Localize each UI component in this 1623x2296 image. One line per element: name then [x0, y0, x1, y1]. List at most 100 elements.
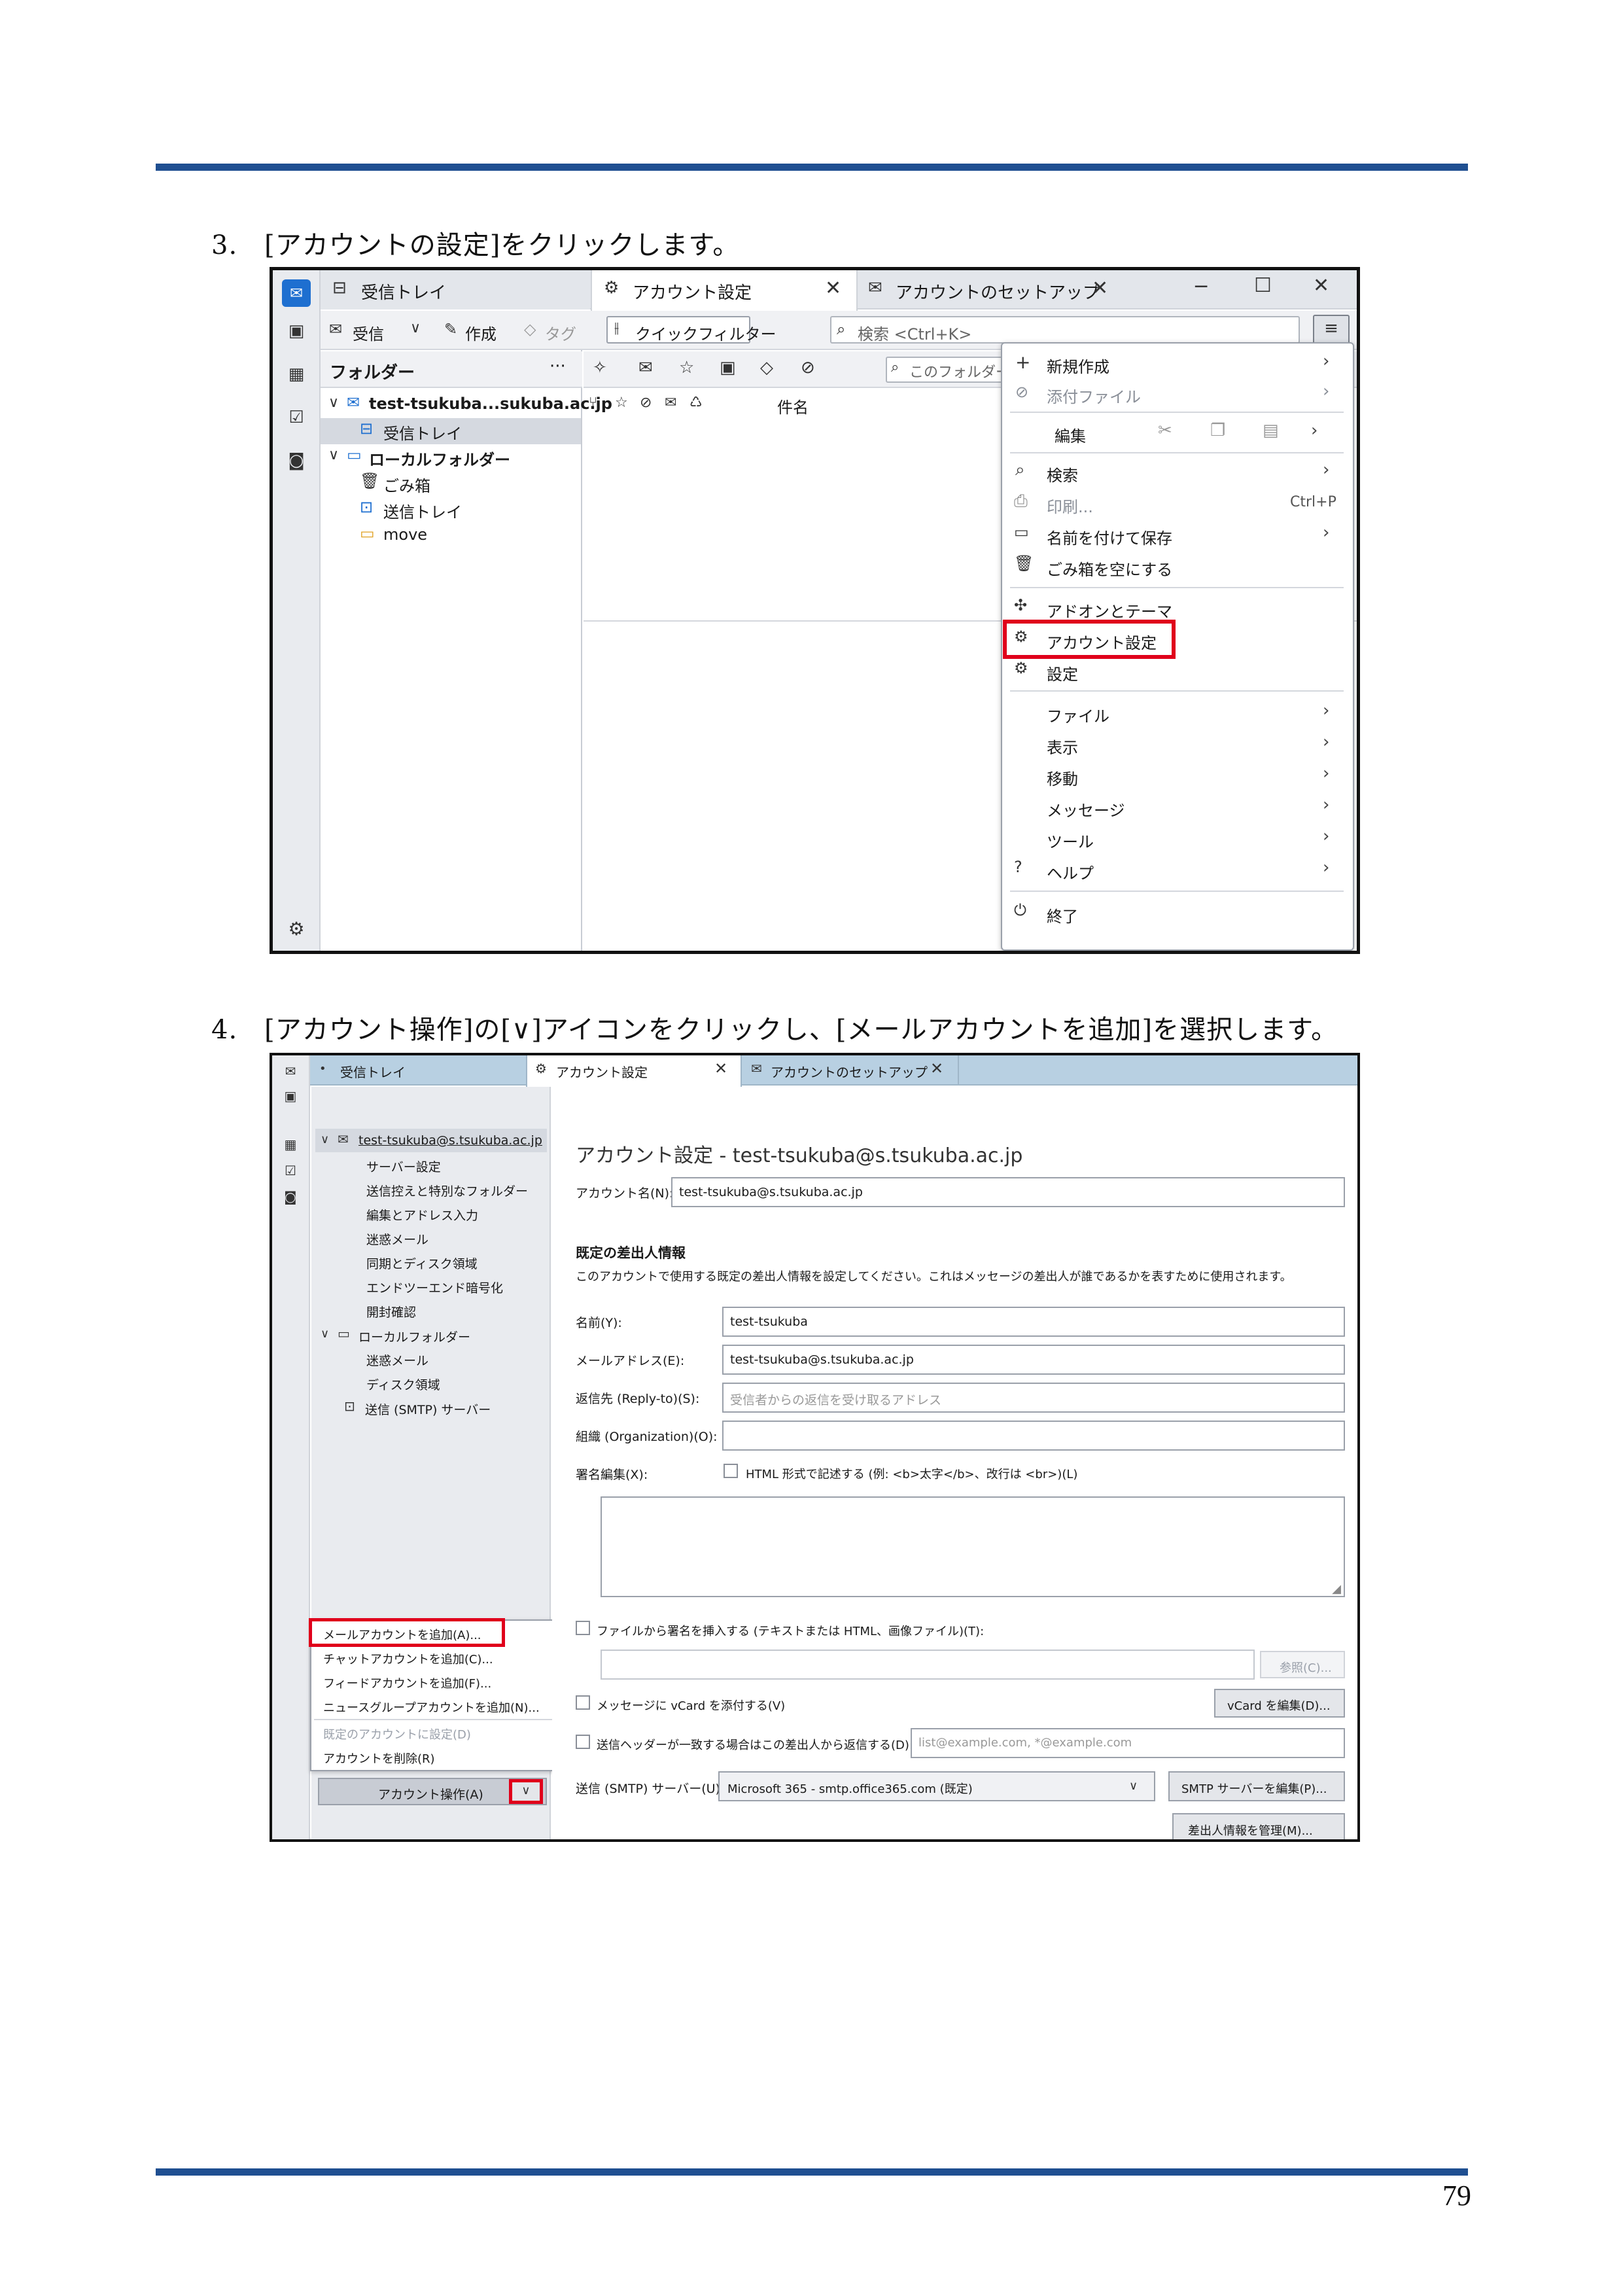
star-icon[interactable]: ☆ [615, 395, 628, 411]
folder-row[interactable]: ⊡ 送信トレイ [321, 497, 581, 523]
close-icon[interactable]: ✕ [825, 277, 841, 300]
organization-input[interactable] [722, 1421, 1345, 1451]
menu-quit[interactable]: ⏻ 終了 [1002, 898, 1353, 927]
resize-grip-icon[interactable]: ◢ [1332, 1582, 1341, 1596]
copy-icon[interactable]: ❐ [1210, 421, 1225, 440]
tree-item[interactable]: 編集とアドレス入力 [366, 1206, 478, 1224]
chat-space-icon[interactable]: ◙ [282, 451, 311, 470]
folder-row[interactable]: ∨ ▭ ローカルフォルダー [321, 444, 581, 470]
tree-item[interactable]: 迷惑メール [366, 1230, 428, 1248]
attachment-icon[interactable]: ⊘ [640, 395, 652, 411]
menu-attachments[interactable]: ⊘ 添付ファイル › [1002, 379, 1353, 408]
tree-row-smtp[interactable]: ⊡ 送信 (SMTP) サーバー [315, 1396, 547, 1419]
pin-icon[interactable]: ✧ [593, 358, 607, 378]
chevron-down-icon[interactable]: ∨ [328, 395, 339, 411]
paste-icon[interactable]: ▤ [1263, 421, 1279, 440]
more-icon[interactable]: ··· [550, 357, 566, 376]
chevron-down-icon[interactable]: ∨ [321, 1133, 329, 1146]
calendar-space-icon[interactable]: ▦ [277, 1137, 304, 1152]
manage-identities-button[interactable]: 差出人情報を管理(M)... [1172, 1813, 1345, 1839]
browse-button[interactable]: 参照(C)... [1260, 1651, 1345, 1678]
menu-new[interactable]: + 新規作成 › [1002, 349, 1353, 378]
folder-row[interactable]: ∨ ✉ test-tsukuba...sukuba.ac.jp [321, 392, 612, 418]
menu-print[interactable]: ⎙ 印刷... Ctrl+P [1002, 489, 1353, 518]
menu-add-newsgroup-account[interactable]: ニュースグループアカウントを追加(N)... [323, 1699, 540, 1716]
menu-go[interactable]: 移動 › [1002, 761, 1353, 790]
tab-inbox[interactable]: ⊟ 受信トレイ [321, 270, 590, 309]
subject-column-header[interactable]: 件名 [777, 395, 809, 417]
menu-edit[interactable]: 編集 ✂ ❐ ▤ › [1002, 415, 1353, 450]
menu-settings[interactable]: ⚙ 設定 [1002, 656, 1353, 685]
chevron-down-icon[interactable]: ∨ [328, 447, 339, 463]
vcard-checkbox[interactable] [576, 1695, 590, 1710]
tree-item[interactable]: エンドツーエンド暗号化 [366, 1279, 503, 1296]
maximize-icon[interactable]: ☐ [1254, 274, 1272, 297]
chat-space-icon[interactable]: ◙ [277, 1189, 304, 1205]
addressbook-space-icon[interactable]: ▣ [282, 321, 311, 341]
close-icon[interactable]: ✕ [1092, 277, 1108, 300]
tree-item[interactable]: 送信控えと特別なフォルダー [366, 1182, 528, 1199]
star-icon[interactable]: ☆ [679, 358, 694, 378]
close-window-icon[interactable]: ✕ [1313, 274, 1329, 297]
edit-smtp-button[interactable]: SMTP サーバーを編集(P)... [1168, 1771, 1345, 1801]
reply-from-input[interactable]: list@example.com, *@example.com [911, 1728, 1345, 1758]
menu-search[interactable]: ⌕ 検索 › [1002, 457, 1353, 486]
calendar-space-icon[interactable]: ▦ [282, 364, 311, 384]
minimize-icon[interactable]: ─ [1195, 275, 1207, 298]
junk-icon[interactable]: ♺ [689, 395, 703, 411]
smtp-select[interactable]: Microsoft 365 - smtp.office365.com (既定) … [718, 1771, 1155, 1801]
menu-set-default[interactable]: 既定のアカウントに設定(D) [323, 1725, 471, 1742]
thread-icon[interactable]: ⑂ [589, 395, 597, 411]
tasks-space-icon[interactable]: ☑ [277, 1163, 304, 1178]
mail-space-icon[interactable]: ✉ [277, 1063, 304, 1079]
tree-item[interactable]: サーバー設定 [366, 1157, 441, 1175]
menu-remove-account[interactable]: アカウントを削除(R) [323, 1750, 435, 1767]
menu-tools[interactable]: ツール › [1002, 824, 1353, 853]
tasks-space-icon[interactable]: ☑ [282, 408, 311, 427]
cut-icon[interactable]: ✂ [1158, 421, 1172, 440]
close-icon[interactable]: ✕ [714, 1059, 727, 1078]
chevron-down-icon[interactable]: ∨ [410, 320, 421, 336]
addressbook-space-icon[interactable]: ▣ [277, 1088, 304, 1104]
tree-item[interactable]: ディスク領域 [366, 1375, 440, 1393]
tree-item[interactable]: 開封確認 [366, 1303, 416, 1320]
menu-view[interactable]: 表示 › [1002, 730, 1353, 758]
menu-add-chat-account[interactable]: チャットアカウントを追加(C)... [323, 1650, 493, 1667]
mail-space-icon[interactable]: ✉ [282, 279, 311, 307]
menu-file[interactable]: ファイル › [1002, 698, 1353, 727]
tree-item[interactable]: 迷惑メール [366, 1351, 428, 1369]
signature-file-checkbox[interactable] [576, 1621, 590, 1635]
tab-account-setup[interactable]: ✉ アカウントのセットアップ ✕ [859, 270, 1127, 309]
email-input[interactable]: test-tsukuba@s.tsukuba.ac.jp [722, 1345, 1345, 1375]
menu-empty-trash[interactable]: 🗑︎ ごみ箱を空にする [1002, 552, 1353, 580]
chevron-down-icon[interactable]: ∨ [321, 1327, 329, 1341]
tag-icon[interactable]: ◇ [760, 358, 773, 378]
app-menu-button[interactable]: ≡ [1313, 315, 1350, 345]
global-search-input[interactable]: ⌕ 検索 <Ctrl+K> [830, 316, 1300, 344]
menu-message[interactable]: メッセージ › [1002, 792, 1353, 821]
quick-filter-button[interactable]: ⫲ クイックフィルター [606, 316, 777, 344]
unread-icon[interactable]: ✉ [665, 395, 676, 411]
name-input[interactable]: test-tsukuba [722, 1307, 1345, 1337]
signature-textarea[interactable]: ◢ [601, 1496, 1345, 1597]
settings-space-icon[interactable]: ⚙ [282, 918, 311, 940]
tab-account-settings[interactable]: ⚙ アカウント設定 ✕ [591, 270, 858, 311]
attachment-icon[interactable]: ⊘ [801, 358, 815, 378]
folder-row[interactable]: 🗑︎ ごみ箱 [321, 470, 581, 497]
contact-icon[interactable]: ▣ [720, 358, 736, 378]
tree-item[interactable]: 同期とディスク領域 [366, 1254, 478, 1272]
reply-from-checkbox[interactable] [576, 1735, 590, 1749]
menu-addons[interactable]: ✣ アドオンとテーマ [1002, 593, 1353, 622]
tree-row-local-folders[interactable]: ∨ ▭ ローカルフォルダー [315, 1323, 547, 1347]
tab-inbox[interactable]: • 受信トレイ [310, 1055, 526, 1086]
account-name-input[interactable]: test-tsukuba@s.tsukuba.ac.jp [671, 1177, 1345, 1207]
html-signature-checkbox[interactable] [724, 1464, 738, 1478]
tab-account-settings[interactable]: ⚙ アカウント設定 ✕ [526, 1055, 742, 1087]
folder-row[interactable]: ▭ move [321, 523, 581, 549]
account-actions-dropdown-toggle[interactable]: ∨ [509, 1779, 543, 1804]
tab-account-setup[interactable]: ✉ アカウントのセットアップ ✕ [743, 1055, 959, 1086]
menu-help[interactable]: ? ヘルプ › [1002, 855, 1353, 884]
menu-save-as[interactable]: ▭ 名前を付けて保存 › [1002, 520, 1353, 549]
edit-vcard-button[interactable]: vCard を編集(D)... [1214, 1689, 1345, 1718]
replyto-input[interactable]: 受信者からの返信を受け取るアドレス [722, 1383, 1345, 1413]
